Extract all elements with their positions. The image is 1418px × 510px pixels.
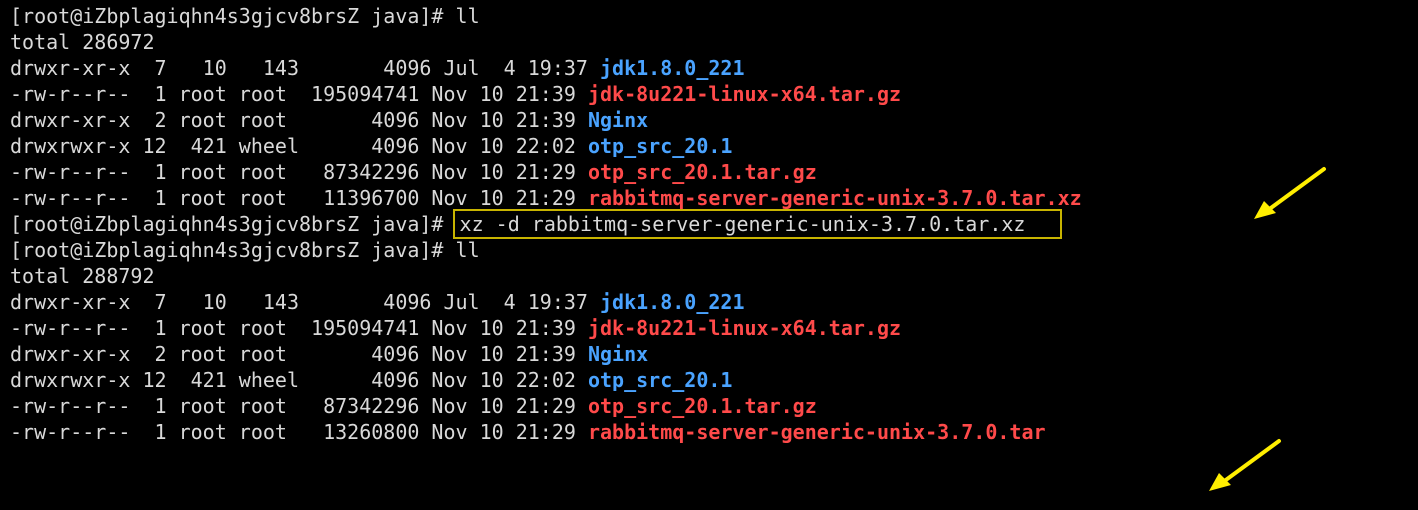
- file-meta: -rw-r--r-- 1 root root 87342296 Nov 10 2…: [10, 394, 588, 418]
- file-name: jdk-8u221-linux-x64.tar.gz: [587, 316, 902, 340]
- file-row: drwxr-xr-x 7 10 143 4096 Jul 4 19:37 jdk…: [10, 55, 1418, 81]
- prompt-line: [root@iZbplagiqhn4s3gjcv8brsZ java]# ll: [10, 237, 1418, 263]
- file-row: -rw-r--r-- 1 root root 87342296 Nov 10 2…: [10, 393, 1418, 419]
- file-name: jdk-8u221-linux-x64.tar.gz: [587, 82, 902, 106]
- file-meta: -rw-r--r-- 1 root root 195094741 Nov 10 …: [10, 82, 588, 106]
- file-row: -rw-r--r-- 1 root root 11396700 Nov 10 2…: [10, 185, 1418, 211]
- file-meta: drwxr-xr-x 7 10 143 4096 Jul 4 19:37: [10, 56, 601, 80]
- command-text: ll: [455, 238, 480, 262]
- file-row: drwxrwxr-x 12 421 wheel 4096 Nov 10 22:0…: [10, 367, 1418, 393]
- shell-prompt: [root@iZbplagiqhn4s3gjcv8brsZ java]#: [10, 212, 456, 236]
- file-meta: -rw-r--r-- 1 root root 13260800 Nov 10 2…: [10, 420, 588, 444]
- file-row: drwxrwxr-x 12 421 wheel 4096 Nov 10 22:0…: [10, 133, 1418, 159]
- arrow-icon: [1209, 439, 1281, 491]
- file-meta: drwxrwxr-x 12 421 wheel 4096 Nov 10 22:0…: [10, 134, 588, 158]
- file-name: Nginx: [587, 108, 649, 132]
- file-meta: drwxr-xr-x 2 root root 4096 Nov 10 21:39: [10, 342, 588, 366]
- file-name: otp_src_20.1: [587, 134, 733, 158]
- shell-prompt: [root@iZbplagiqhn4s3gjcv8brsZ java]#: [10, 238, 456, 262]
- file-name: Nginx: [587, 342, 649, 366]
- file-name: otp_src_20.1: [587, 368, 733, 392]
- file-name: rabbitmq-server-generic-unix-3.7.0.tar.x…: [587, 186, 1082, 210]
- file-meta: -rw-r--r-- 1 root root 11396700 Nov 10 2…: [10, 186, 588, 210]
- listing-total: total 286972: [10, 30, 155, 54]
- terminal-window[interactable]: [root@iZbplagiqhn4s3gjcv8brsZ java]# ll …: [0, 0, 1418, 510]
- file-row: drwxr-xr-x 2 root root 4096 Nov 10 21:39…: [10, 107, 1418, 133]
- command-text: ll: [455, 4, 480, 28]
- highlighted-command: xz -d rabbitmq-server-generic-unix-3.7.0…: [452, 209, 1063, 239]
- file-meta: -rw-r--r-- 1 root root 87342296 Nov 10 2…: [10, 160, 588, 184]
- file-meta: drwxr-xr-x 2 root root 4096 Nov 10 21:39: [10, 108, 588, 132]
- file-name: otp_src_20.1.tar.gz: [587, 160, 817, 184]
- file-row: drwxr-xr-x 7 10 143 4096 Jul 4 19:37 jdk…: [10, 289, 1418, 315]
- file-row: -rw-r--r-- 1 root root 195094741 Nov 10 …: [10, 81, 1418, 107]
- prompt-line: [root@iZbplagiqhn4s3gjcv8brsZ java]# xz …: [10, 209, 1418, 239]
- arrow-icon: [1254, 167, 1326, 219]
- prompt-line: [root@iZbplagiqhn4s3gjcv8brsZ java]# ll: [10, 3, 1418, 29]
- file-row: drwxr-xr-x 2 root root 4096 Nov 10 21:39…: [10, 341, 1418, 367]
- file-name: rabbitmq-server-generic-unix-3.7.0.tar: [587, 420, 1046, 444]
- listing-total: total 288792: [10, 264, 155, 288]
- file-row: -rw-r--r-- 1 root root 87342296 Nov 10 2…: [10, 159, 1418, 185]
- file-meta: drwxr-xr-x 7 10 143 4096 Jul 4 19:37: [10, 290, 601, 314]
- file-name: otp_src_20.1.tar.gz: [587, 394, 817, 418]
- file-name: jdk1.8.0_221: [600, 290, 745, 314]
- shell-prompt: [root@iZbplagiqhn4s3gjcv8brsZ java]#: [10, 4, 456, 28]
- file-name: jdk1.8.0_221: [600, 56, 745, 80]
- file-meta: drwxrwxr-x 12 421 wheel 4096 Nov 10 22:0…: [10, 368, 588, 392]
- file-meta: -rw-r--r-- 1 root root 195094741 Nov 10 …: [10, 316, 588, 340]
- file-row: -rw-r--r-- 1 root root 195094741 Nov 10 …: [10, 315, 1418, 341]
